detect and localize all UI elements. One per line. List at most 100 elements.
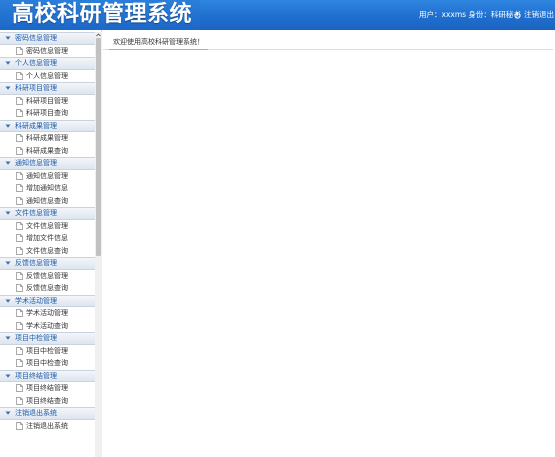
sidebar-menu-item-label: 通知信息管理 <box>26 171 68 180</box>
sidebar-menu-item[interactable]: 通知信息查询 <box>0 195 95 208</box>
document-icon <box>16 396 23 405</box>
tab-welcome[interactable]: 欢迎使用高校科研管理系统！ <box>109 36 208 50</box>
document-icon <box>16 96 23 105</box>
sidebar-group-label: 文件信息管理 <box>15 209 57 218</box>
sidebar-menu-item[interactable]: 项目中检查询 <box>0 357 95 370</box>
triangle-down-icon <box>5 261 11 266</box>
triangle-down-icon <box>5 61 11 66</box>
triangle-down-icon <box>5 411 11 416</box>
sidebar-group-label: 个人信息管理 <box>15 59 57 68</box>
sidebar-group-label: 学术活动管理 <box>15 296 57 305</box>
sidebar-menu-item-label: 密码信息管理 <box>26 46 68 55</box>
sidebar-menu-item[interactable]: 增加通知信息 <box>0 182 95 195</box>
top-header: 高校科研管理系统 用户：xxxms 身份：科研秘书 注销退出 <box>0 0 555 30</box>
document-icon <box>16 271 23 280</box>
app-title: 高校科研管理系统 <box>12 2 193 27</box>
document-icon <box>16 359 23 368</box>
document-icon <box>16 46 23 55</box>
sidebar-group-label: 注销退出系统 <box>15 409 57 418</box>
sidebar-menu-item-label: 增加通知信息 <box>26 184 68 193</box>
sidebar-menu-item-label: 个人信息管理 <box>26 71 68 80</box>
sidebar-group-label: 反馈信息管理 <box>15 259 57 268</box>
scrollbar-thumb[interactable] <box>96 38 101 256</box>
sidebar-group-header[interactable]: 个人信息管理 <box>0 57 95 70</box>
sidebar-menu-item[interactable]: 学术活动查询 <box>0 320 95 333</box>
sidebar-group-label: 科研成果管理 <box>15 121 57 130</box>
sidebar-menu-item[interactable]: 科研成果查询 <box>0 145 95 158</box>
sidebar-menu-item-label: 反馈信息管理 <box>26 271 68 280</box>
sidebar-menu-item[interactable]: 注销退出系统 <box>0 420 95 433</box>
document-icon <box>16 196 23 205</box>
sidebar-group-header[interactable]: 项目终结管理 <box>0 369 95 382</box>
logout-button[interactable]: 注销退出 <box>514 10 554 20</box>
sidebar-menu-item[interactable]: 项目终结查询 <box>0 395 95 408</box>
document-icon <box>16 221 23 230</box>
sidebar-group-header[interactable]: 通知信息管理 <box>0 157 95 170</box>
sidebar-menu-item[interactable]: 科研项目管理 <box>0 95 95 108</box>
triangle-down-icon <box>5 374 11 378</box>
sidebar-menu-item-label: 文件信息管理 <box>26 221 68 230</box>
triangle-down-icon <box>5 161 11 166</box>
document-icon <box>16 246 23 255</box>
sidebar-group-label: 项目中检管理 <box>15 334 57 343</box>
sidebar-group-label: 科研项目管理 <box>15 84 57 93</box>
document-icon <box>16 234 23 243</box>
main-content: 欢迎使用高校科研管理系统！ <box>103 30 555 457</box>
sidebar-menu-item-label: 增加文件信息 <box>26 234 68 243</box>
sidebar-menu-item[interactable]: 密码信息管理 <box>0 45 95 58</box>
sidebar-menu-item-label: 项目中检管理 <box>26 346 68 355</box>
sidebar-group-header[interactable]: 科研项目管理 <box>0 82 95 95</box>
sidebar-group-header[interactable]: 反馈信息管理 <box>0 257 95 270</box>
sidebar-scrollbar[interactable] <box>95 32 102 457</box>
sidebar-group-header[interactable]: 文件信息管理 <box>0 207 95 220</box>
sidebar-menu-item-label: 科研成果查询 <box>26 146 68 155</box>
document-icon <box>16 284 23 293</box>
sidebar-menu-item[interactable]: 个人信息管理 <box>0 70 95 83</box>
sidebar: 密码信息管理 密码信息管理 个人信息管理 个人信息管理 科研项目管理 科研项目管理 科研项目… <box>0 30 102 457</box>
sidebar-menu-item-label: 项目终结管理 <box>26 384 68 393</box>
sidebar-group-header[interactable]: 项目中检管理 <box>0 332 95 345</box>
user-info: 用户：xxxms 身份：科研秘书 <box>419 10 521 19</box>
document-icon <box>16 184 23 193</box>
triangle-down-icon <box>5 336 11 341</box>
sidebar-menu-item[interactable]: 科研项目查询 <box>0 107 95 120</box>
sidebar-menu-item-label: 注销退出系统 <box>26 421 68 430</box>
sidebar-group-header[interactable]: 科研成果管理 <box>0 119 95 132</box>
sidebar-menu-item-label: 项目终结查询 <box>26 396 68 405</box>
sidebar-menu: 密码信息管理 密码信息管理 个人信息管理 个人信息管理 科研项目管理 科研项目管理 科研项目… <box>0 32 95 432</box>
sidebar-group-label: 密码信息管理 <box>15 34 57 43</box>
document-icon <box>16 134 23 143</box>
sidebar-menu-item[interactable]: 科研成果管理 <box>0 132 95 145</box>
sidebar-menu-item[interactable]: 学术活动管理 <box>0 307 95 320</box>
sidebar-menu-item[interactable]: 通知信息管理 <box>0 170 95 183</box>
sidebar-menu-item-label: 科研项目管理 <box>26 96 68 105</box>
sidebar-group-header[interactable]: 学术活动管理 <box>0 294 95 307</box>
document-icon <box>16 171 23 180</box>
sidebar-menu-item[interactable]: 文件信息管理 <box>0 220 95 233</box>
document-icon <box>16 146 23 155</box>
sidebar-menu-item-label: 科研成果管理 <box>26 134 68 143</box>
tab-strip: 欢迎使用高校科研管理系统！ <box>103 36 553 50</box>
sidebar-menu-item[interactable]: 项目中检管理 <box>0 345 95 358</box>
sidebar-menu-item-label: 通知信息查询 <box>26 196 68 205</box>
sidebar-menu-item-label: 学术活动管理 <box>26 309 68 318</box>
sidebar-menu-item-label: 反馈信息查询 <box>26 284 68 293</box>
sidebar-menu-item[interactable]: 反馈信息管理 <box>0 270 95 283</box>
sidebar-menu-item[interactable]: 反馈信息查询 <box>0 282 95 295</box>
sidebar-group-header[interactable]: 注销退出系统 <box>0 407 95 420</box>
triangle-down-icon <box>5 211 11 216</box>
triangle-down-icon <box>5 299 11 303</box>
triangle-down-icon <box>5 86 11 91</box>
sidebar-group-header[interactable]: 密码信息管理 <box>0 32 95 45</box>
document-icon <box>16 346 23 355</box>
document-icon <box>16 71 23 80</box>
sidebar-menu-item-label: 学术活动查询 <box>26 321 68 330</box>
power-icon <box>514 11 521 19</box>
triangle-down-icon <box>5 124 11 128</box>
sidebar-menu-item[interactable]: 增加文件信息 <box>0 232 95 245</box>
sidebar-menu-item[interactable]: 项目终结管理 <box>0 382 95 395</box>
document-icon <box>16 384 23 393</box>
sidebar-menu-item[interactable]: 文件信息查询 <box>0 245 95 258</box>
logout-label: 注销退出 <box>524 10 554 19</box>
sidebar-menu-item-label: 文件信息查询 <box>26 246 68 255</box>
